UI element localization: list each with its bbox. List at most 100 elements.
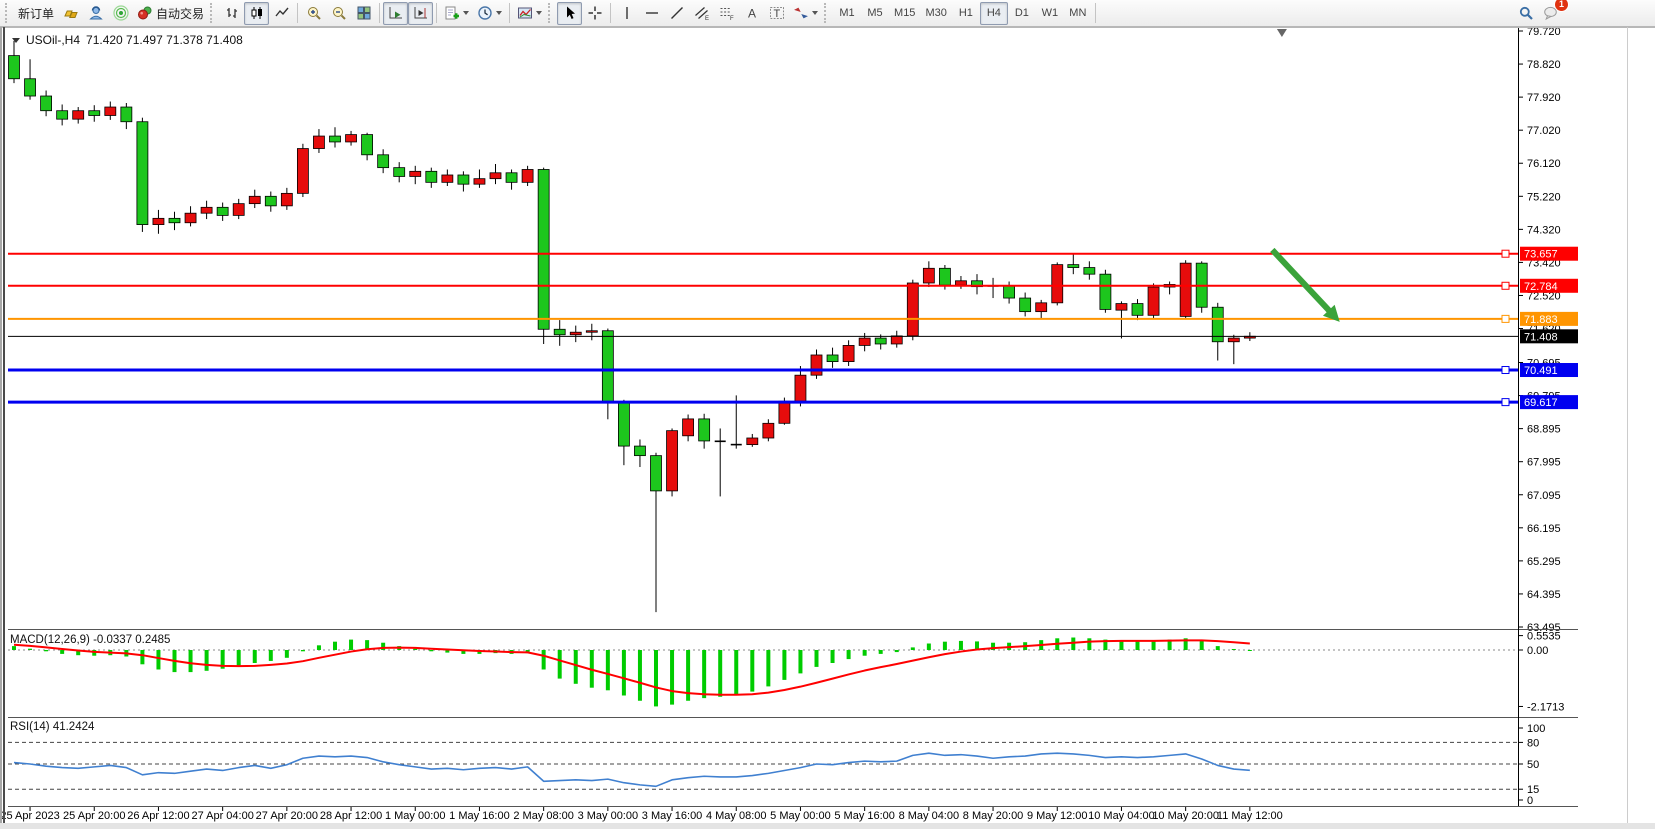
candle: [410, 171, 421, 176]
svg-text:80: 80: [1527, 737, 1539, 749]
svg-text:27 Apr 20:00: 27 Apr 20:00: [256, 810, 318, 822]
tile-windows-button[interactable]: [351, 2, 376, 25]
auto-scroll-button[interactable]: [383, 2, 408, 25]
toolbar-grip[interactable]: [824, 3, 831, 23]
svg-text:0: 0: [1527, 795, 1533, 807]
candle: [73, 111, 84, 119]
templates-button[interactable]: [513, 2, 546, 25]
cursor-button[interactable]: [557, 2, 582, 25]
candle: [25, 79, 36, 96]
clock-icon: [477, 5, 493, 21]
svg-text:71.883: 71.883: [1524, 314, 1558, 326]
tile-windows-icon: [356, 5, 372, 21]
svg-text:67.095: 67.095: [1527, 490, 1561, 502]
toolbar-grip[interactable]: [5, 3, 12, 23]
candle: [522, 169, 533, 182]
candle: [651, 456, 662, 491]
crosshair-button[interactable]: [582, 2, 607, 25]
candle: [105, 107, 116, 115]
timeframe-m5-button[interactable]: M5: [861, 2, 889, 25]
trend-arrow[interactable]: [1272, 250, 1330, 312]
chart-shift-button[interactable]: [408, 2, 433, 25]
text-label-button[interactable]: T: [764, 2, 789, 25]
candle: [217, 207, 228, 215]
toolbar-grip[interactable]: [210, 3, 217, 23]
svg-text:10 May 04:00: 10 May 04:00: [1088, 810, 1155, 822]
candle: [265, 196, 276, 206]
signals-button[interactable]: [108, 2, 133, 25]
new-order-button[interactable]: 新订单: [14, 2, 58, 25]
candle: [185, 213, 196, 223]
auto-trading-button[interactable]: 自动交易: [133, 2, 208, 25]
fibonacci-button[interactable]: F: [714, 2, 739, 25]
rsi-line: [14, 753, 1250, 786]
zoom-in-icon: [306, 5, 322, 21]
svg-text:68.895: 68.895: [1527, 424, 1561, 436]
timeframe-w1-button[interactable]: W1: [1036, 2, 1064, 25]
candle: [667, 431, 678, 491]
candle: [458, 175, 469, 184]
vertical-line-button[interactable]: [614, 2, 639, 25]
candle: [891, 336, 902, 344]
trendline-button[interactable]: [664, 2, 689, 25]
search-button[interactable]: [1513, 2, 1538, 25]
dropdown-caret-icon: [496, 11, 502, 15]
timeframe-mn-button[interactable]: MN: [1064, 2, 1092, 25]
candle: [875, 338, 886, 344]
support-button[interactable]: [83, 2, 108, 25]
gold-button[interactable]: [58, 2, 83, 25]
channel-button[interactable]: E: [689, 2, 714, 25]
candle: [281, 193, 292, 205]
dropdown-caret-icon: [812, 11, 818, 15]
chart-shift-marker[interactable]: [1277, 29, 1287, 37]
chart-shift-icon: [413, 5, 429, 21]
equidistant-channel-icon: E: [694, 5, 710, 21]
candle: [779, 401, 790, 423]
candle: [747, 438, 758, 445]
candle: [1052, 265, 1063, 303]
candlestick-chart-button[interactable]: [244, 2, 269, 25]
line-chart-button[interactable]: [269, 2, 294, 25]
candle: [474, 179, 485, 185]
timeframe-m30-button[interactable]: M30: [920, 2, 951, 25]
svg-text:27 Apr 04:00: 27 Apr 04:00: [191, 810, 253, 822]
timeframe-h1-button[interactable]: H1: [952, 2, 980, 25]
candle: [618, 402, 629, 446]
timeframe-h4-button[interactable]: H4: [980, 2, 1008, 25]
vertical-line-icon: [619, 5, 635, 21]
svg-text:25 Apr 2023: 25 Apr 2023: [0, 810, 59, 822]
candle: [490, 173, 501, 179]
candle: [1180, 263, 1191, 316]
timeframe-m1-button[interactable]: M1: [833, 2, 861, 25]
chart-title[interactable]: USOil-,H4 71.420 71.497 71.378 71.408: [12, 33, 243, 47]
zoom-out-button[interactable]: [326, 2, 351, 25]
gold-bar-icon: [63, 5, 79, 21]
text-label-icon: T: [769, 5, 785, 21]
candle: [1020, 298, 1031, 312]
horizontal-line-button[interactable]: [639, 2, 664, 25]
dropdown-caret-icon: [463, 11, 469, 15]
periods-button[interactable]: [473, 2, 506, 25]
svg-text:25 Apr 20:00: 25 Apr 20:00: [63, 810, 125, 822]
chart-canvas[interactable]: 79.72078.82077.92077.02076.12075.22074.3…: [0, 0, 1655, 829]
timeframe-d1-button[interactable]: D1: [1008, 2, 1036, 25]
candle: [137, 122, 148, 225]
text-button[interactable]: A: [739, 2, 764, 25]
candle: [683, 419, 694, 436]
notifications-button[interactable]: 1: [1538, 2, 1563, 25]
toolbar-grip[interactable]: [548, 3, 555, 23]
candle: [1100, 274, 1111, 309]
arrows-button[interactable]: [789, 2, 822, 25]
annotations-layer[interactable]: [1272, 29, 1339, 322]
candle: [1116, 304, 1127, 311]
zoom-in-button[interactable]: [301, 2, 326, 25]
svg-text:28 Apr 12:00: 28 Apr 12:00: [320, 810, 382, 822]
pane-frames: [0, 28, 1655, 807]
bar-chart-button[interactable]: [219, 2, 244, 25]
svg-text:E: E: [705, 16, 709, 21]
timeframe-m15-button[interactable]: M15: [889, 2, 920, 25]
candle: [121, 107, 132, 122]
add-indicator-button[interactable]: [440, 2, 473, 25]
svg-text:T: T: [773, 8, 780, 20]
svg-text:50: 50: [1527, 759, 1539, 771]
